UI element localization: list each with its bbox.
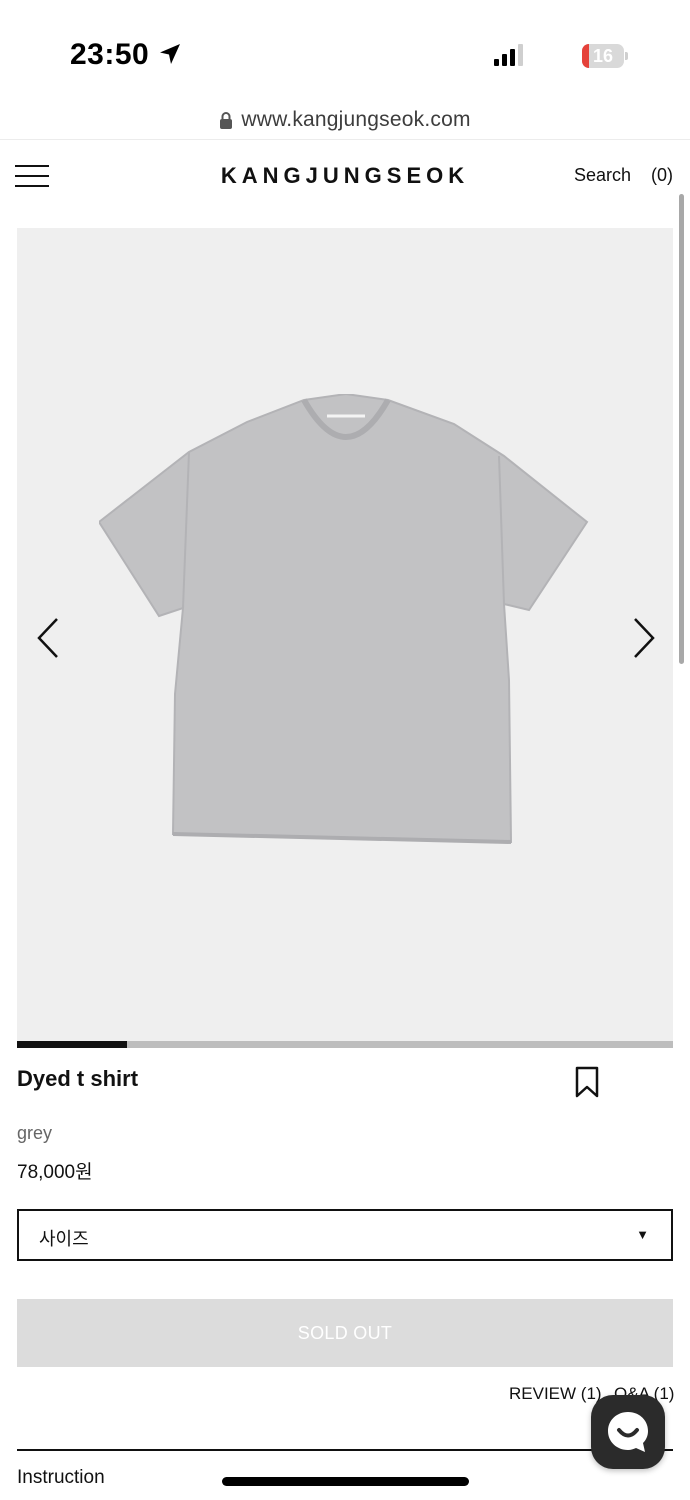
product-name: Dyed t shirt	[17, 1066, 139, 1091]
instruction-heading[interactable]: Instruction	[17, 1467, 105, 1489]
page-scrollbar[interactable]	[679, 194, 684, 664]
battery-icon: 16	[582, 44, 628, 68]
cart-link[interactable]: (0)	[651, 165, 673, 186]
product-price: 78,000원	[17, 1162, 93, 1183]
sold-out-button[interactable]: SOLD OUT	[17, 1299, 673, 1367]
home-indicator	[222, 1477, 469, 1486]
search-link[interactable]: Search	[574, 165, 631, 186]
status-bar: 23:50 16	[0, 0, 690, 100]
url-bar[interactable]: www.kangjungseok.com	[0, 100, 690, 140]
site-header: KANGJUNGSEOK Search (0)	[0, 141, 690, 213]
gallery-progress-fill	[17, 1041, 127, 1048]
status-time: 23:50	[70, 38, 150, 71]
review-tab[interactable]: REVIEW (1)	[509, 1384, 602, 1404]
battery-level: 16	[592, 46, 614, 66]
size-select[interactable]: 사이즈 ▼	[17, 1209, 673, 1261]
signal-icon	[494, 44, 523, 66]
product-image	[99, 394, 589, 844]
lock-icon	[220, 111, 233, 129]
location-arrow-icon	[160, 44, 180, 64]
url-text: www.kangjungseok.com	[241, 107, 471, 131]
chevron-left-icon[interactable]	[33, 616, 63, 660]
chat-button[interactable]	[591, 1395, 665, 1469]
product-color: grey	[17, 1123, 53, 1143]
gallery-progress	[17, 1041, 673, 1048]
section-divider	[17, 1449, 673, 1451]
chat-bubble-icon	[608, 1412, 648, 1452]
caret-down-icon: ▼	[636, 1227, 649, 1242]
product-gallery[interactable]	[17, 228, 673, 1042]
hamburger-menu-icon[interactable]	[15, 165, 49, 187]
bookmark-icon[interactable]	[575, 1066, 599, 1098]
size-select-label: 사이즈	[39, 1229, 89, 1249]
chevron-right-icon[interactable]	[629, 616, 659, 660]
